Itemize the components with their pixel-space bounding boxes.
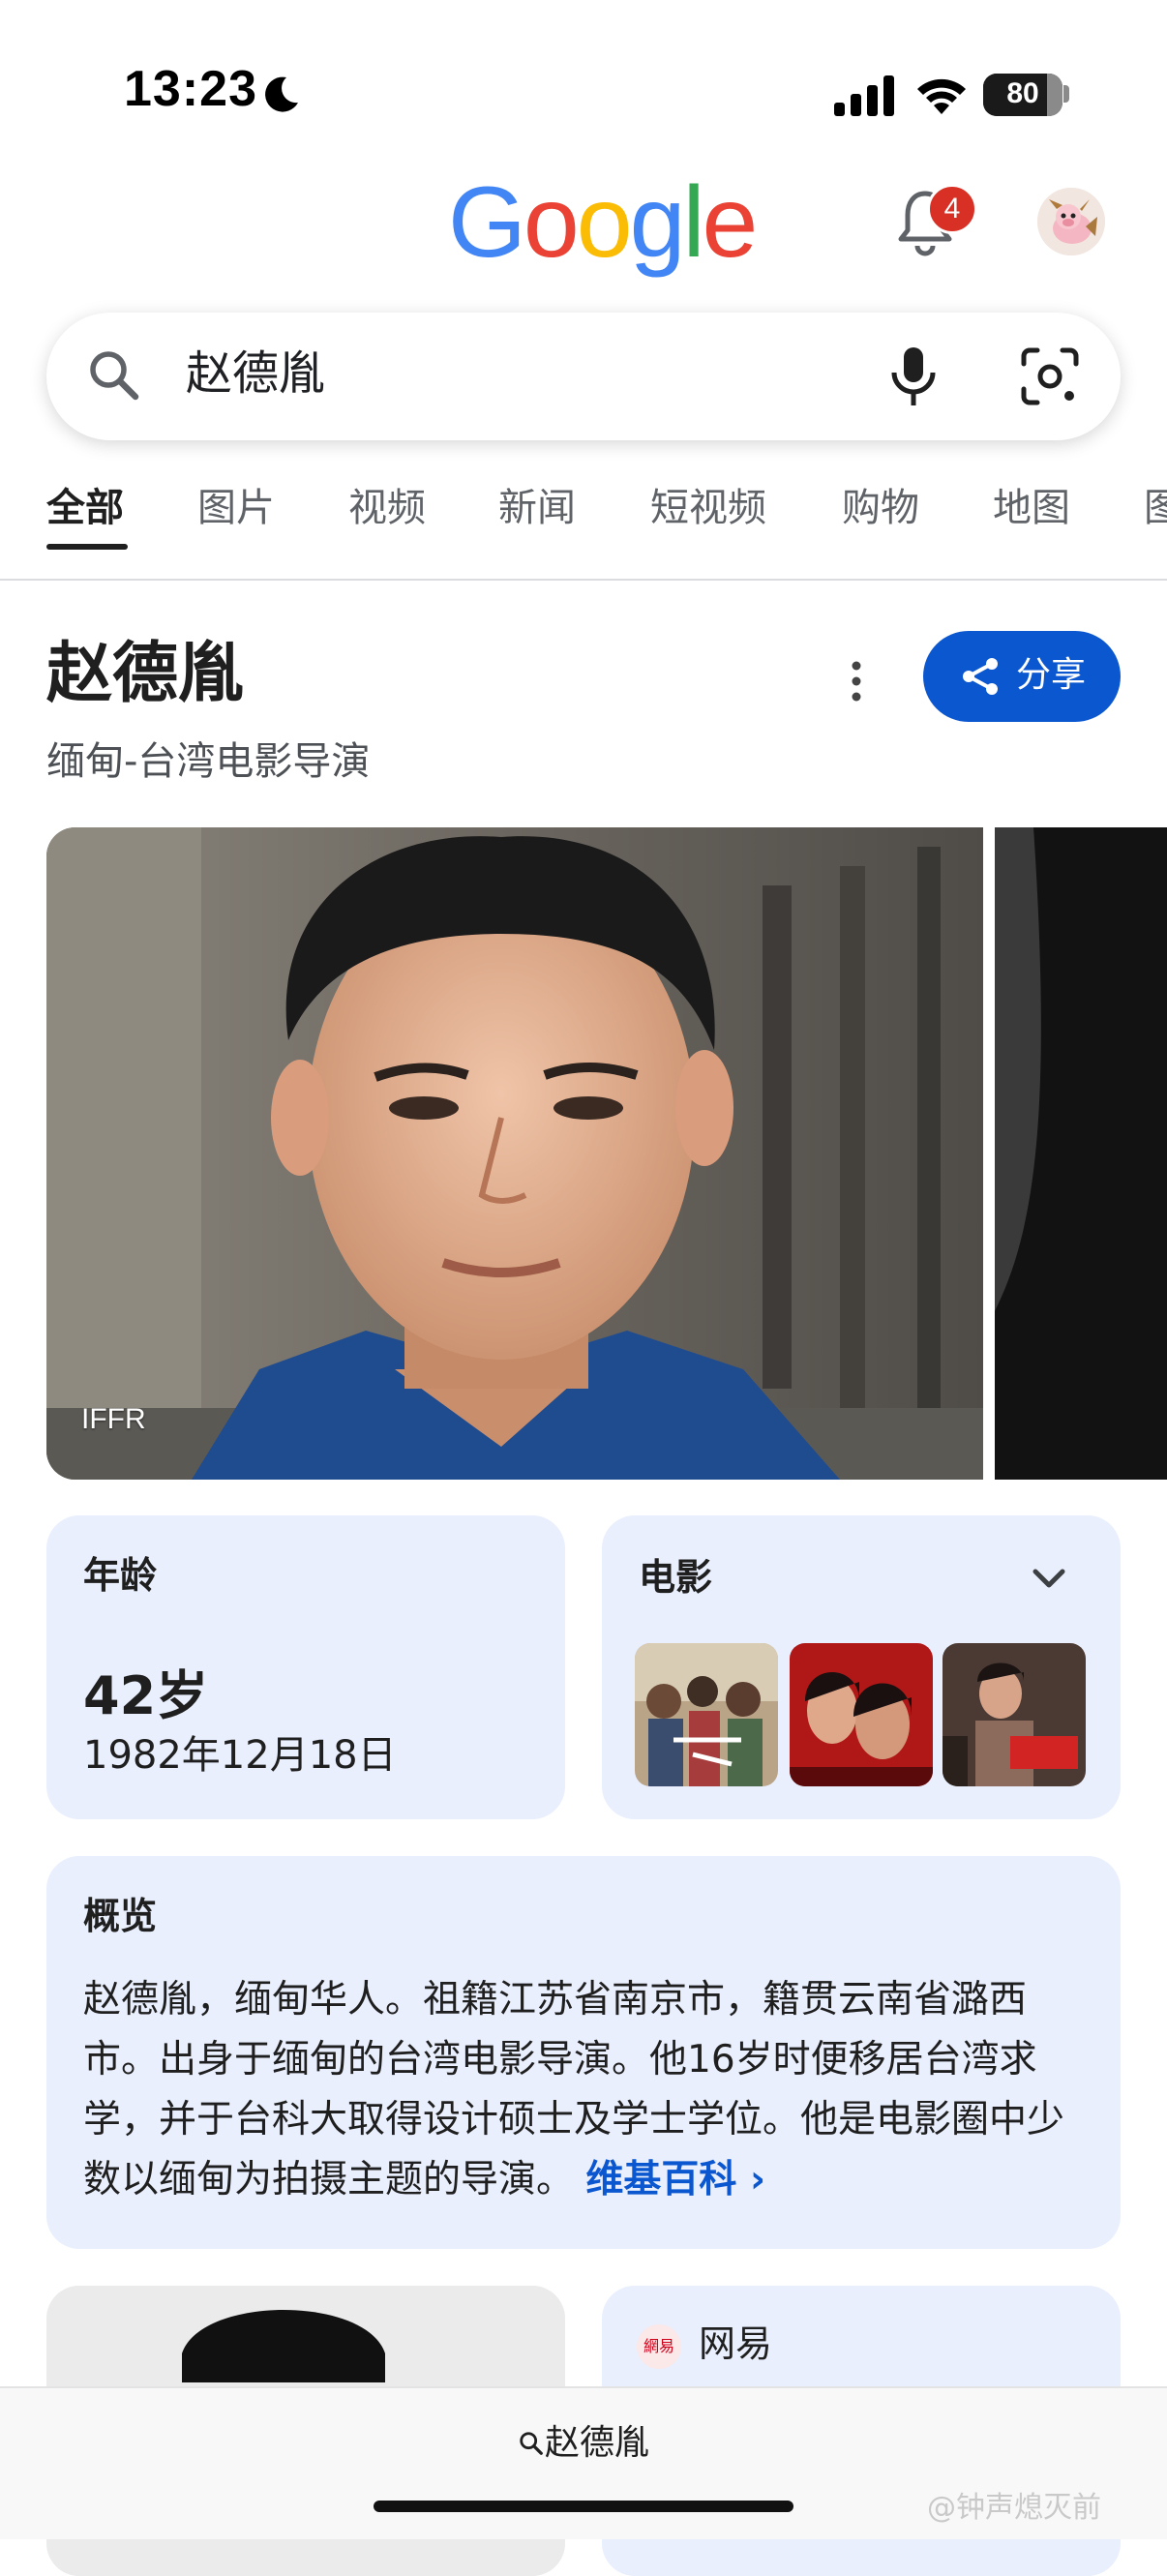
battery-indicator: 80 — [983, 74, 1062, 116]
film-poster[interactable] — [943, 1643, 1086, 1786]
overview-description: 赵德胤，缅甸华人。祖籍江苏省南京市，籍贯云南省潞西市。出身于缅甸的台湾电影导演。… — [83, 1978, 1065, 2202]
film-poster[interactable] — [790, 1643, 933, 1786]
battery-percent: 80 — [1006, 77, 1039, 109]
film-poster[interactable] — [635, 1643, 778, 1786]
share-button[interactable]: 分享 — [923, 631, 1121, 722]
moon-icon — [265, 76, 298, 112]
birth-date: 1982年12月18日 — [83, 1733, 397, 1778]
share-label: 分享 — [1016, 655, 1087, 695]
share-icon — [963, 658, 998, 695]
bottom-query[interactable]: 赵德胤 — [0, 2419, 1167, 2468]
search-icon — [520, 2432, 543, 2455]
notification-badge: 4 — [927, 184, 977, 234]
search-input[interactable]: 赵德胤 — [186, 343, 325, 404]
tab-videos[interactable]: 视频 — [348, 482, 426, 534]
tab-images[interactable]: 图片 — [197, 482, 275, 534]
wikipedia-link[interactable]: 维基百科 › — [585, 2158, 765, 2202]
logo-letter: l — [682, 166, 704, 279]
overview-text: 赵德胤，缅甸华人。祖籍江苏省南京市，籍贯云南省潞西市。出身于缅甸的台湾电影导演。… — [83, 1970, 1080, 2210]
tabs-divider — [0, 579, 1167, 581]
entity-photo-secondary[interactable] — [995, 827, 1167, 1480]
watermark: @钟声熄灭前 — [927, 2491, 1101, 2525]
logo-letter: o — [576, 166, 633, 279]
tab-all[interactable]: 全部 — [46, 482, 124, 534]
account-avatar[interactable] — [1037, 188, 1105, 255]
search-icon — [90, 351, 139, 401]
google-lens-icon[interactable] — [1020, 346, 1080, 406]
age-value: 42岁 — [83, 1665, 209, 1726]
cellular-signal-icon — [834, 75, 894, 116]
logo-letter: G — [448, 166, 526, 279]
logo-letter: g — [629, 166, 686, 279]
more-options-icon[interactable] — [842, 654, 871, 708]
bottom-query-text: 赵德胤 — [544, 2423, 649, 2463]
entity-subtitle: 缅甸-台湾电影导演 — [46, 739, 371, 784]
overview-label: 概览 — [83, 1895, 158, 1937]
tab-maps[interactable]: 地图 — [993, 482, 1070, 534]
battery-cap — [1063, 85, 1069, 103]
logo-letter: e — [702, 166, 759, 279]
source-name: 网易 — [699, 2322, 773, 2365]
photo-credit: IFFR — [81, 1403, 146, 1435]
age-label: 年龄 — [83, 1554, 158, 1597]
netease-logo-icon: 網易 — [637, 2324, 681, 2369]
tab-more-cut[interactable]: 图 — [1144, 482, 1167, 534]
tab-shopping[interactable]: 购物 — [842, 482, 919, 534]
tab-news[interactable]: 新闻 — [498, 482, 576, 534]
chevron-down-icon[interactable] — [1030, 1562, 1068, 1597]
entity-title: 赵德胤 — [46, 636, 245, 712]
active-tab-indicator — [46, 544, 128, 550]
tab-short-videos[interactable]: 短视频 — [650, 482, 766, 534]
status-time: 13:23 — [124, 61, 257, 117]
microphone-icon[interactable] — [883, 344, 944, 409]
google-logo[interactable]: Google — [448, 165, 759, 281]
home-indicator[interactable] — [374, 2501, 793, 2512]
wifi-icon — [917, 78, 966, 114]
logo-letter: o — [523, 166, 580, 279]
films-label: 电影 — [639, 1556, 713, 1599]
entity-photo[interactable] — [46, 827, 983, 1480]
